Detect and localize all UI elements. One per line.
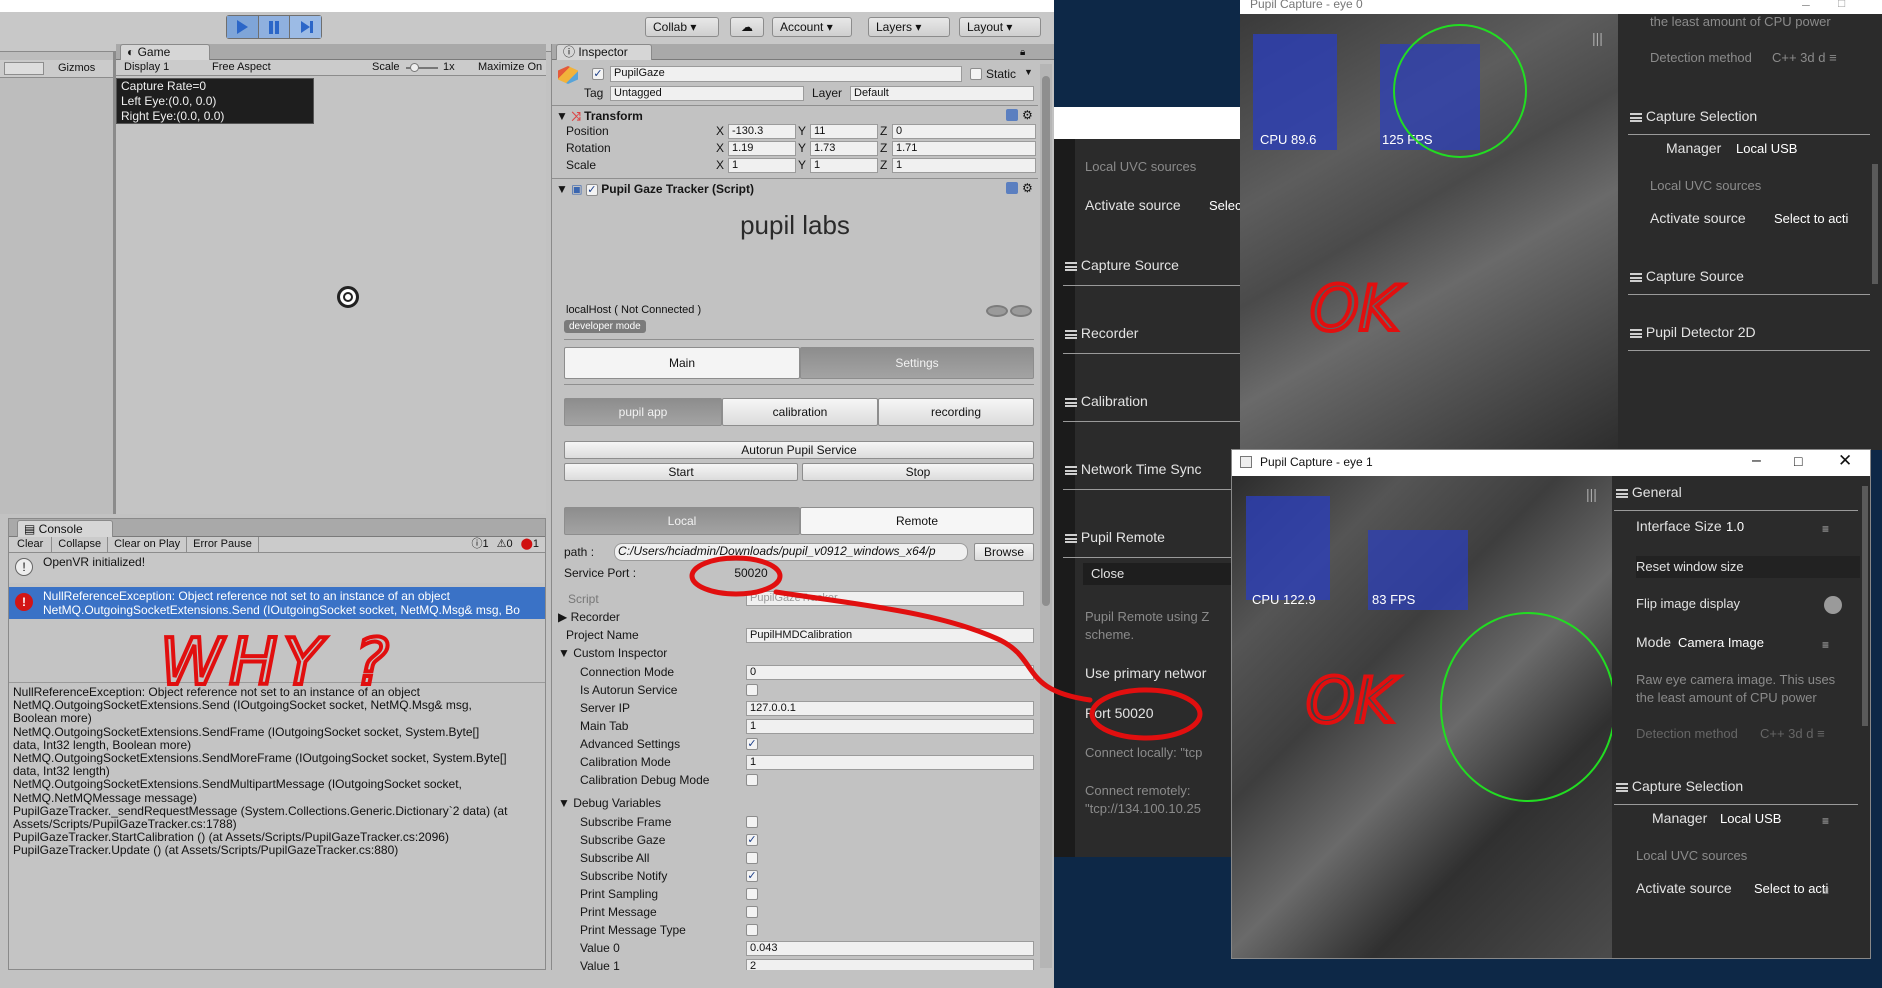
world-port-circle-annotation (1089, 687, 1203, 741)
ok-annotation-eye0: OK (1310, 272, 1404, 345)
why-annotation: WHY ? (160, 626, 395, 700)
arrow-annotation (773, 589, 1093, 703)
ok-annotation-eye1: OK (1306, 664, 1400, 737)
annotation-layer: WHY ? OK OK (158, 270, 1406, 741)
port-circle-annotation (689, 555, 783, 597)
